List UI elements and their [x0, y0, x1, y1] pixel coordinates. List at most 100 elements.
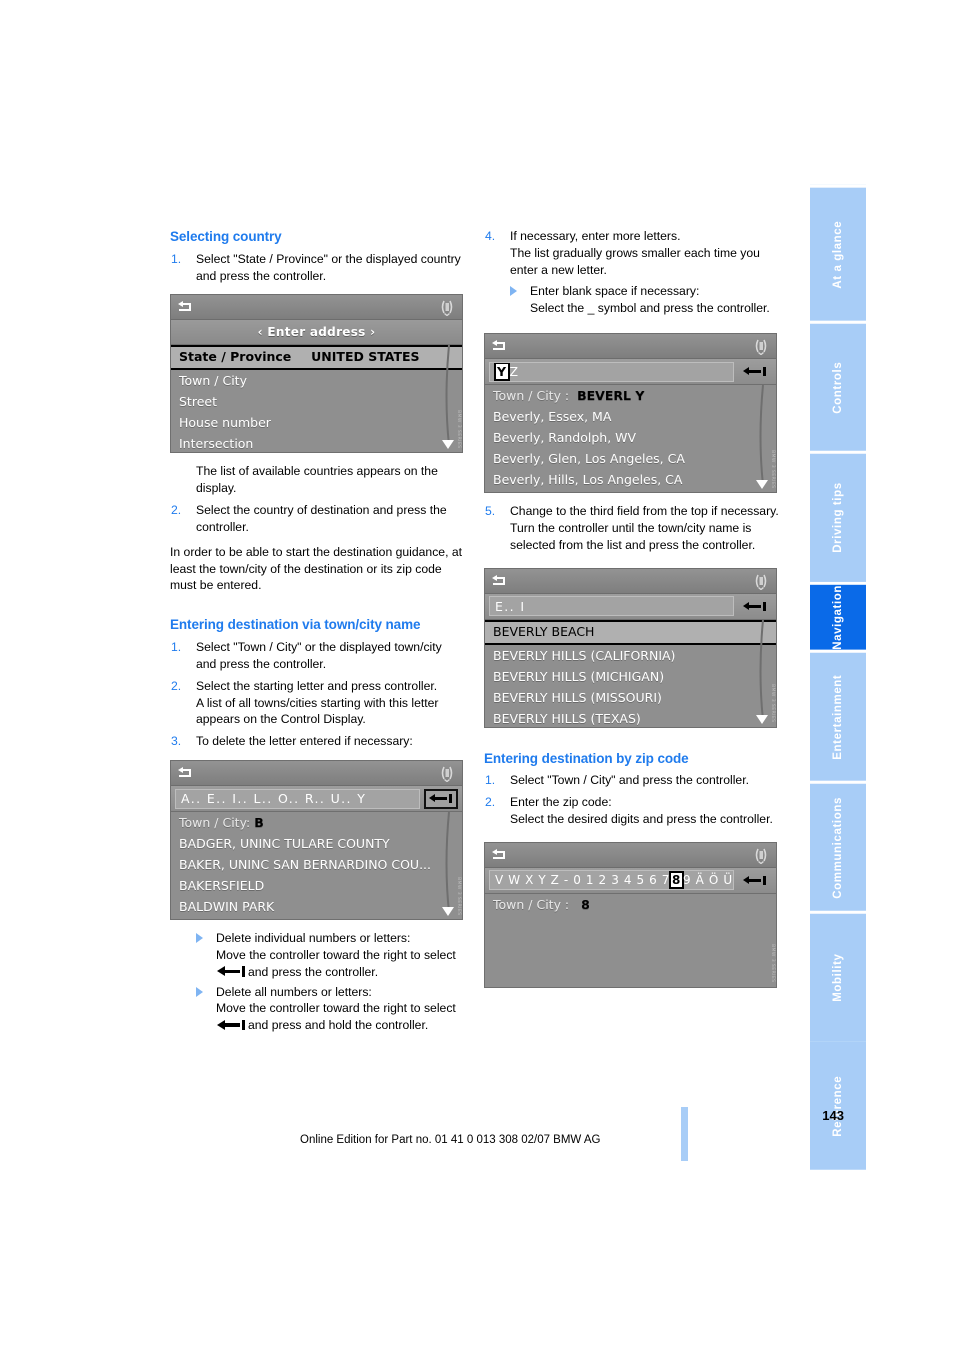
keyboard-keys[interactable]: V W X Y Z - 0 1 2 3 4 5 6 7 8 9 Ä Ö Ü Á	[489, 870, 734, 891]
step-text: Select the starting letter and press con…	[196, 678, 438, 693]
field-value: BEVERL Y	[577, 388, 645, 404]
field-label: Town / City:	[179, 815, 251, 831]
town-city-steps: 1. Select "Town / City" or the displayed…	[170, 639, 465, 750]
back-arrow-icon[interactable]	[177, 300, 193, 313]
nav-screen-beverly-list: YZ Town / City : BEVERL Y Beverly, Essex…	[484, 333, 777, 494]
selected-key[interactable]: 8	[669, 871, 684, 890]
list-item[interactable]: Beverly, Randolph, WV	[485, 427, 776, 448]
screen-titlebar	[485, 842, 776, 868]
list-item[interactable]: Beverly, Essex, MA	[485, 406, 776, 427]
sidebar-item-navigation[interactable]: Navigation	[810, 582, 866, 650]
scroll-down-arrow-icon[interactable]	[756, 714, 768, 724]
address-field-list: State / Province UNITED STATES Town / Ci…	[171, 345, 462, 453]
list-item[interactable]: Intersection	[171, 433, 462, 452]
keyboard-strip[interactable]: E.. I	[485, 593, 776, 620]
nav-screen-enter-address: ‹ Enter address › State / Province UNITE…	[170, 294, 463, 454]
selected-key[interactable]: Y	[493, 362, 511, 381]
third-field-step: 5. Change to the third field from the to…	[484, 503, 779, 553]
image-watermark: BMW 3 SERIES	[456, 409, 461, 449]
row-value: UNITED STATES	[311, 349, 420, 365]
list-item-field[interactable]: Town / City: B	[171, 812, 462, 833]
keyboard-keys[interactable]: A.. E.. I.. L.. O.. R.. U.. Y	[175, 788, 420, 809]
bullet-item: Delete all numbers or letters: Move the …	[196, 984, 465, 1034]
row-label: Intersection	[179, 436, 254, 452]
list-item-field[interactable]: Town / City : BEVERL Y	[485, 385, 776, 406]
left-column: Selecting country 1. Select "State / Pro…	[170, 228, 465, 1037]
footer-text: Online Edition for Part no. 01 41 0 013 …	[300, 1134, 601, 1146]
nav-screen-beverly-hills: E.. I BEVERLY BEACH BEVERLY HILLS (CALIF…	[484, 567, 777, 728]
delete-arrow-icon	[217, 1019, 247, 1031]
list-item[interactable]: House number	[171, 412, 462, 433]
list-item-field[interactable]: Town / City : 8	[485, 894, 776, 915]
list-item[interactable]: Town / City	[171, 370, 462, 391]
sidebar-item-mobility[interactable]: Mobility	[810, 911, 866, 1043]
back-arrow-icon[interactable]	[177, 766, 193, 779]
step-text: To delete the letter entered if necessar…	[196, 734, 413, 749]
sidebar-item-reference[interactable]: Reference	[810, 1042, 866, 1170]
step-text: Select the country of destination and pr…	[196, 503, 447, 534]
list-item[interactable]: BADGER, UNINC TULARE COUNTY	[171, 833, 462, 854]
sidebar-item-controls[interactable]: Controls	[810, 320, 866, 452]
keyboard-strip[interactable]: YZ	[485, 359, 776, 386]
step-text: Select "Town / City" or the displayed to…	[196, 640, 442, 671]
list-item[interactable]: BEVERLY HILLS (MICHIGAN)	[485, 666, 776, 687]
after-screen-note: The list of available countries appears …	[196, 464, 438, 496]
list-item[interactable]: BALDWIN PARK	[171, 896, 462, 917]
controller-icon	[755, 848, 767, 864]
step-text: Enter the zip code:	[510, 795, 612, 810]
sidebar-item-entertainment[interactable]: Entertainment	[810, 649, 866, 781]
list-item[interactable]: BAKERSFIELD	[171, 875, 462, 896]
step-text: If necessary, enter more letters.	[510, 229, 681, 243]
list-item[interactable]: BEVERLY HILLS (CALIFORNIA)	[485, 645, 776, 666]
footer-accent-bar	[681, 1107, 688, 1161]
step-number: 3.	[171, 734, 182, 749]
manual-page: Selecting country 1. Select "State / Pro…	[0, 0, 954, 1351]
step-number: 2.	[485, 795, 496, 810]
list-item[interactable]: State / Province UNITED STATES	[171, 345, 462, 371]
scroll-down-arrow-icon[interactable]	[442, 440, 454, 450]
keyboard-keys[interactable]: YZ	[489, 361, 734, 382]
step-item: 2. Select the starting letter and press …	[170, 678, 465, 728]
keyboard-keys[interactable]: E.. I	[489, 596, 734, 617]
step-item: 4. If necessary, enter more letters. The…	[484, 228, 779, 278]
chapter-tab-rail: At a glance Controls Driving tips Naviga…	[810, 185, 866, 1170]
town-list: Town / City: B BADGER, UNINC TULARE COUN…	[171, 812, 462, 920]
delete-arrow-icon	[217, 966, 247, 977]
blank-space-bullet: Enter blank space if necessary: Select t…	[484, 283, 779, 317]
delete-bullets: Delete individual numbers or letters: Mo…	[170, 930, 465, 1034]
bullet-text-end: and press and hold the controller.	[248, 1018, 429, 1033]
scroll-down-arrow-icon[interactable]	[442, 907, 454, 917]
step-number: 2.	[171, 503, 182, 518]
bullet-title: Enter blank space if necessary:	[530, 284, 700, 299]
keyboard-keys-prefix: V W X Y Z - 0 1 2 3 4 5 6 7	[495, 873, 671, 888]
image-watermark: BMW 3 SERIES	[456, 876, 461, 916]
keyboard-strip[interactable]: V W X Y Z - 0 1 2 3 4 5 6 7 8 9 Ä Ö Ü Á	[485, 867, 776, 894]
list-item[interactable]: Beverly, Glen, Los Angeles, CA	[485, 448, 776, 469]
list-item[interactable]: BEVERLY HILLS (MISSOURI)	[485, 687, 776, 708]
step-number: 2.	[171, 678, 182, 693]
field-label: Town / City :	[493, 896, 570, 912]
back-arrow-icon[interactable]	[491, 574, 507, 587]
sidebar-item-driving-tips[interactable]: Driving tips	[810, 451, 866, 583]
delete-arrow-icon[interactable]	[424, 788, 458, 809]
list-item[interactable]: BAKER, UNINC SAN BERNARDINO COU...	[171, 854, 462, 875]
delete-arrow-icon[interactable]	[738, 596, 772, 616]
scroll-down-arrow-icon[interactable]	[756, 480, 768, 490]
list-item[interactable]: Street	[171, 391, 462, 412]
back-arrow-icon[interactable]	[491, 848, 507, 861]
bullet-title: Delete all numbers or letters:	[216, 984, 372, 999]
list-item[interactable]: BEVERLY HILLS (TEXAS)	[485, 708, 776, 727]
list-item[interactable]: BEVERLY BEACH	[485, 619, 776, 645]
step-subtext: A list of all towns/cities starting with…	[196, 695, 439, 727]
step-text: Select "State / Province" or the display…	[196, 251, 461, 283]
sidebar-item-communications[interactable]: Communications	[810, 780, 866, 912]
sidebar-item-at-a-glance[interactable]: At a glance	[810, 185, 866, 321]
list-item[interactable]: Beverly, Hills, Los Angeles, CA	[485, 469, 776, 490]
heading-entering-destination-zip: Entering destination by zip code	[484, 750, 689, 766]
delete-arrow-icon[interactable]	[738, 870, 772, 890]
back-arrow-icon[interactable]	[491, 339, 507, 352]
bullet-item: Delete individual numbers or letters: Mo…	[196, 930, 465, 980]
image-watermark: BMW 3 SERIES	[770, 684, 775, 723]
keyboard-strip[interactable]: A.. E.. I.. L.. O.. R.. U.. Y	[171, 786, 462, 813]
delete-arrow-icon[interactable]	[738, 362, 772, 382]
